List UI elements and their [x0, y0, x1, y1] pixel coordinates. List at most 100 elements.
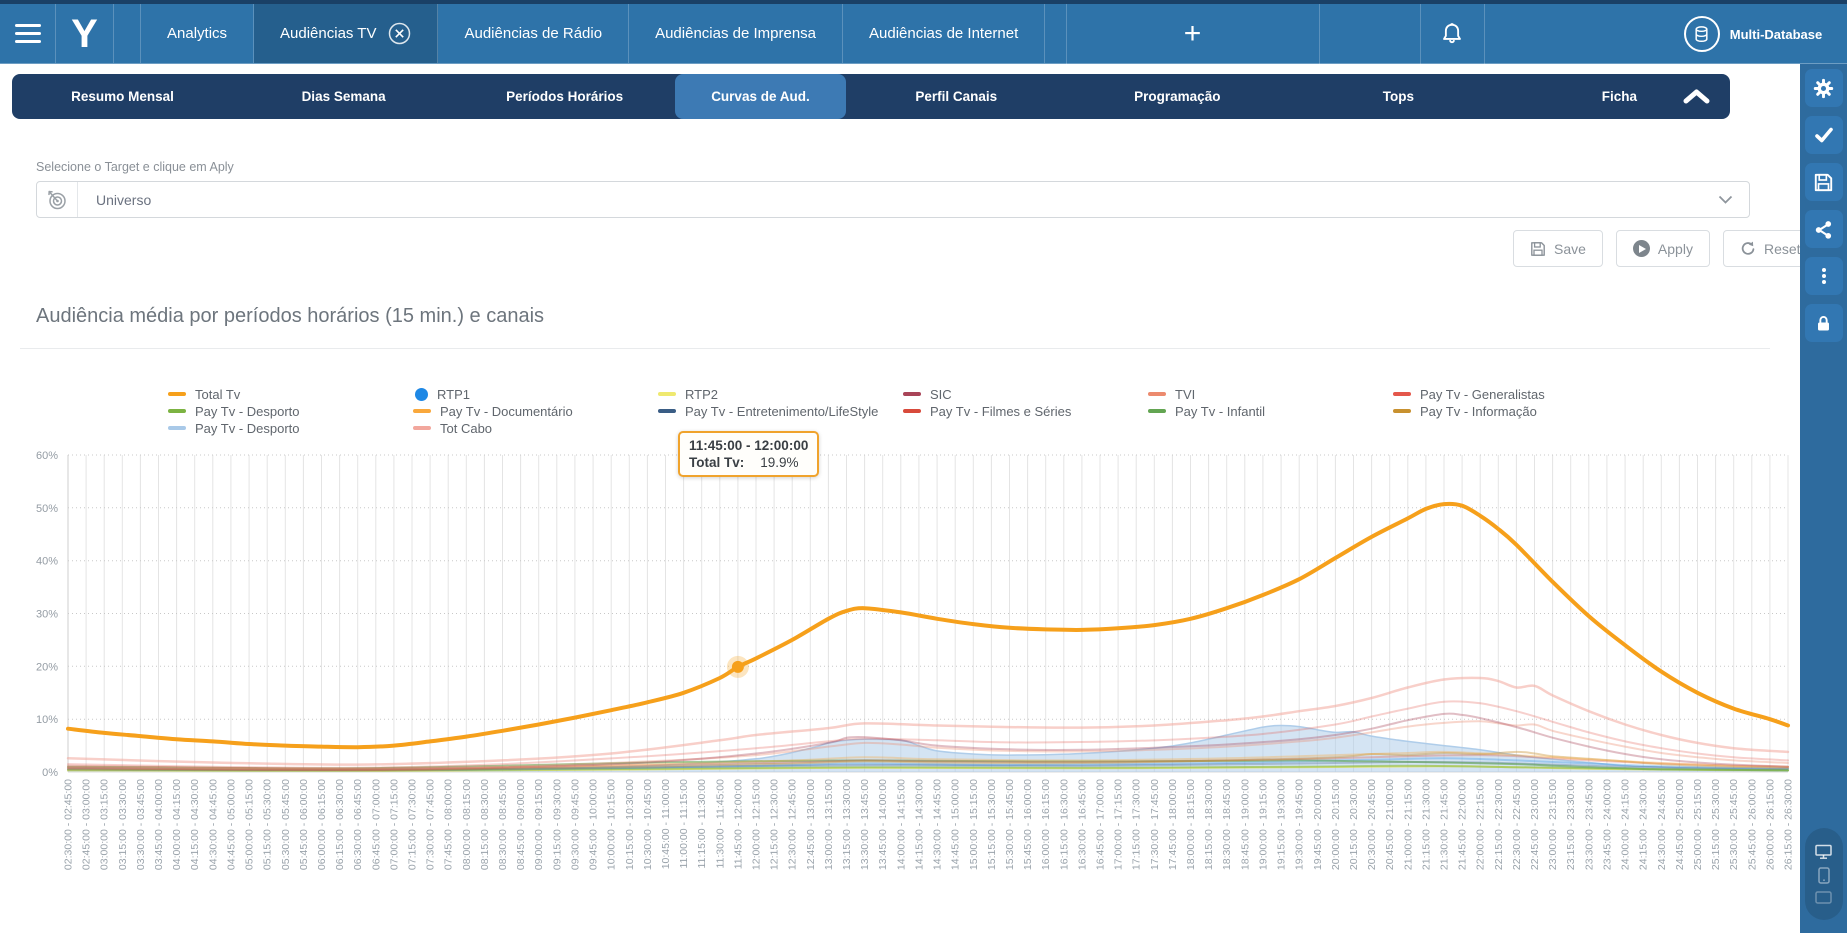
apply-button[interactable]: Apply: [1616, 230, 1710, 267]
more-options-button[interactable]: [1805, 257, 1843, 295]
legend-item[interactable]: Pay Tv - Generalistas: [1393, 386, 1638, 402]
save-button[interactable]: Save: [1513, 230, 1603, 267]
svg-text:12:45:00 - 13:00:00: 12:45:00 - 13:00:00: [805, 779, 817, 870]
legend-item[interactable]: Pay Tv - Desporto: [168, 403, 413, 419]
svg-text:11:45:00 - 12:00:00: 11:45:00 - 12:00:00: [732, 779, 744, 869]
svg-text:08:00:00 - 08:15:00: 08:00:00 - 08:15:00: [461, 779, 473, 870]
svg-text:04:30:00 - 04:45:00: 04:30:00 - 04:45:00: [207, 779, 219, 870]
svg-text:25:45:00 - 26:00:00: 25:45:00 - 26:00:00: [1746, 779, 1758, 870]
svg-text:11:15:00 - 11:30:00: 11:15:00 - 11:30:00: [696, 779, 708, 869]
desktop-preview-button[interactable]: [1815, 844, 1832, 860]
legend-swatch-dash: [413, 426, 431, 430]
tab-audiencias-internet[interactable]: Audiências de Internet: [843, 4, 1045, 63]
legend-item[interactable]: Pay Tv - Filmes e Séries: [903, 403, 1148, 419]
tab-programacao[interactable]: Programação: [1067, 74, 1288, 119]
svg-text:05:45:00 - 06:00:00: 05:45:00 - 06:00:00: [298, 779, 310, 870]
database-label: Multi-Database: [1730, 27, 1822, 42]
chart-area: 0%10%20%30%40%50%60%02:30:00 - 02:45:000…: [25, 448, 1797, 910]
legend-item[interactable]: RTP1: [413, 386, 658, 402]
legend-item[interactable]: Pay Tv - Infantil: [1148, 403, 1393, 419]
tab-curvas-de-aud[interactable]: Curvas de Aud.: [675, 74, 846, 119]
svg-text:06:45:00 - 07:00:00: 06:45:00 - 07:00:00: [370, 779, 382, 870]
legend-swatch-dash: [903, 392, 921, 396]
legend-item[interactable]: Pay Tv - Desporto: [168, 420, 413, 436]
mobile-preview-button[interactable]: [1818, 867, 1830, 884]
svg-text:16:15:00 - 16:30:00: 16:15:00 - 16:30:00: [1058, 779, 1070, 870]
legend-swatch-dash: [168, 409, 186, 413]
legend-label: SIC: [930, 387, 952, 402]
database-selector[interactable]: Multi-Database: [1668, 4, 1838, 64]
add-tab-button[interactable]: +: [1066, 4, 1319, 64]
svg-text:05:00:00 - 05:15:00: 05:00:00 - 05:15:00: [244, 779, 256, 870]
svg-text:22:00:00 - 22:15:00: 22:00:00 - 22:15:00: [1475, 779, 1487, 870]
lock-button[interactable]: [1805, 304, 1843, 342]
target-select-value: Universo: [78, 192, 1718, 208]
separator: [1484, 4, 1485, 64]
legend-item[interactable]: TVI: [1148, 386, 1393, 402]
main-menu-button[interactable]: [0, 4, 56, 63]
save-view-button[interactable]: [1805, 163, 1843, 201]
tab-perfil-canais[interactable]: Perfil Canais: [846, 74, 1067, 119]
kebab-icon: [1815, 267, 1833, 285]
svg-text:05:30:00 - 05:45:00: 05:30:00 - 05:45:00: [280, 779, 292, 870]
svg-text:0%: 0%: [42, 767, 58, 779]
section-divider: [20, 348, 1770, 349]
legend-swatch-dash: [1148, 392, 1166, 396]
tab-dias-semana[interactable]: Dias Semana: [233, 74, 454, 119]
legend-item[interactable]: Pay Tv - Informação: [1393, 403, 1638, 419]
target-select[interactable]: Universo: [36, 181, 1750, 218]
highlighted-point[interactable]: [732, 661, 744, 673]
tab-periodos-horarios[interactable]: Períodos Horários: [454, 74, 675, 119]
series-line-total-tv-13[interactable]: [68, 504, 1788, 747]
app-logo[interactable]: Y: [56, 4, 114, 63]
legend-swatch-dash: [903, 409, 921, 413]
legend-item[interactable]: Tot Cabo: [413, 420, 658, 436]
legend-item[interactable]: Total Tv: [168, 386, 413, 402]
svg-text:15:30:00 - 15:45:00: 15:30:00 - 15:45:00: [1004, 779, 1016, 870]
svg-text:22:15:00 - 22:30:00: 22:15:00 - 22:30:00: [1493, 779, 1505, 870]
svg-text:25:30:00 - 25:45:00: 25:30:00 - 25:45:00: [1728, 779, 1740, 870]
device-preview-switcher: [1805, 828, 1843, 920]
svg-text:14:30:00 - 14:45:00: 14:30:00 - 14:45:00: [932, 779, 944, 870]
svg-text:13:15:00 - 13:30:00: 13:15:00 - 13:30:00: [841, 779, 853, 870]
monitor-icon: [1815, 844, 1832, 860]
tab-tops[interactable]: Tops: [1288, 74, 1509, 119]
svg-text:03:30:00 - 03:45:00: 03:30:00 - 03:45:00: [135, 779, 147, 870]
svg-text:24:30:00 - 24:45:00: 24:30:00 - 24:45:00: [1656, 779, 1668, 870]
tab-audiencias-radio[interactable]: Audiências de Rádio: [438, 4, 629, 63]
tablet-preview-button[interactable]: [1815, 891, 1832, 904]
tab-analytics[interactable]: Analytics: [140, 4, 254, 63]
collapse-nav-button[interactable]: [1683, 74, 1710, 119]
legend-label: Pay Tv - Desporto: [195, 404, 300, 419]
legend-label: Tot Cabo: [440, 421, 492, 436]
legend-label: Pay Tv - Informação: [1420, 404, 1537, 419]
svg-text:24:00:00 - 24:15:00: 24:00:00 - 24:15:00: [1620, 779, 1632, 870]
target-instruction-label: Selecione o Target e clique em Aply: [36, 160, 234, 174]
close-tab-icon[interactable]: [388, 22, 411, 45]
tab-audiencias-tv[interactable]: Audiências TV: [254, 4, 438, 63]
legend-item[interactable]: RTP2: [658, 386, 903, 402]
legend-swatch-dash: [168, 392, 186, 396]
tab-audiencias-imprensa[interactable]: Audiências de Imprensa: [629, 4, 843, 63]
undo-icon: [1740, 241, 1756, 257]
svg-text:16:30:00 - 16:45:00: 16:30:00 - 16:45:00: [1076, 779, 1088, 870]
legend-item[interactable]: Pay Tv - Documentário: [413, 403, 658, 419]
svg-text:15:15:00 - 15:30:00: 15:15:00 - 15:30:00: [986, 779, 998, 870]
legend-swatch-dash: [1393, 392, 1411, 396]
share-button[interactable]: [1805, 210, 1843, 248]
notifications-button[interactable]: [1420, 4, 1484, 64]
svg-text:14:00:00 - 14:15:00: 14:00:00 - 14:15:00: [895, 779, 907, 870]
legend-item[interactable]: SIC: [903, 386, 1148, 402]
legend-item[interactable]: Pay Tv - Entretenimento/LifeStyle: [658, 403, 903, 419]
svg-text:10%: 10%: [36, 714, 58, 726]
legend-label: Pay Tv - Documentário: [440, 404, 573, 419]
svg-text:08:30:00 - 08:45:00: 08:30:00 - 08:45:00: [497, 779, 509, 870]
svg-text:23:30:00 - 23:45:00: 23:30:00 - 23:45:00: [1583, 779, 1595, 870]
tooltip-series-label: Total Tv:: [689, 454, 744, 471]
svg-text:19:30:00 - 19:45:00: 19:30:00 - 19:45:00: [1294, 779, 1306, 870]
confirm-button[interactable]: [1805, 116, 1843, 154]
share-icon: [1814, 220, 1833, 239]
audience-chart: 0%10%20%30%40%50%60%02:30:00 - 02:45:000…: [25, 448, 1797, 910]
settings-button[interactable]: [1805, 69, 1843, 107]
tab-resumo-mensal[interactable]: Resumo Mensal: [12, 74, 233, 119]
